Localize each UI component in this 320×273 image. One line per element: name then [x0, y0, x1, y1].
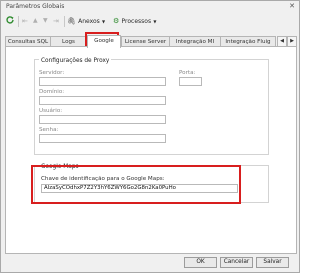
anexos-label: Anexos — [78, 18, 100, 25]
save-button[interactable]: Salvar — [256, 257, 289, 268]
senha-label: Senha: — [39, 127, 59, 133]
parametros-globais-window: Parâmetros Globais ✕ ⇤ ▲ ▼ ⇥ 🖇 Anexos ▼ … — [0, 0, 300, 273]
proxy-settings-group: Configurações de Proxy Servidor: Porta: … — [34, 58, 269, 155]
usuario-label: Usuário: — [39, 108, 63, 114]
senha-field[interactable] — [39, 134, 166, 143]
window-title: Parâmetros Globais — [6, 3, 65, 10]
porta-label: Porta: — [179, 70, 196, 76]
move-up-icon[interactable]: ▲ — [33, 15, 38, 27]
chevron-down-icon: ▼ — [153, 19, 157, 24]
dominio-field[interactable] — [39, 96, 166, 105]
toolbar-separator — [18, 16, 19, 27]
dominio-label: Domínio: — [39, 89, 65, 95]
move-down-icon[interactable]: ▼ — [43, 15, 48, 27]
toolbar: ⇤ ▲ ▼ ⇥ 🖇 Anexos ▼ ⚙ Processos ▼ — [3, 14, 297, 29]
move-last-icon[interactable]: ⇥ — [53, 15, 59, 27]
porta-field[interactable] — [179, 77, 202, 86]
anexos-button[interactable]: 🖇 Anexos ▼ — [67, 15, 105, 28]
chevron-down-icon: ▼ — [102, 19, 106, 24]
proxy-group-title: Configurações de Proxy — [39, 58, 112, 64]
toolbar-separator — [64, 16, 65, 27]
gears-icon: ⚙ — [113, 17, 120, 25]
processos-label: Processos — [121, 18, 152, 25]
tab-google[interactable]: Google — [87, 35, 121, 48]
ok-button[interactable]: OK — [184, 257, 217, 268]
title-bar: Parâmetros Globais ✕ — [1, 1, 299, 13]
cancel-button[interactable]: Cancelar — [220, 257, 253, 268]
servidor-label: Servidor: — [39, 70, 65, 76]
close-icon[interactable]: ✕ — [289, 2, 295, 10]
servidor-field[interactable] — [39, 77, 166, 86]
processos-button[interactable]: ⚙ Processos ▼ — [113, 15, 156, 28]
paperclip-icon: 🖇 — [67, 17, 76, 25]
move-first-icon[interactable]: ⇤ — [22, 15, 28, 27]
refresh-icon[interactable] — [5, 15, 15, 25]
google-tab-panel: Configurações de Proxy Servidor: Porta: … — [5, 46, 297, 254]
highlight-google-maps — [31, 165, 241, 204]
usuario-field[interactable] — [39, 115, 166, 124]
